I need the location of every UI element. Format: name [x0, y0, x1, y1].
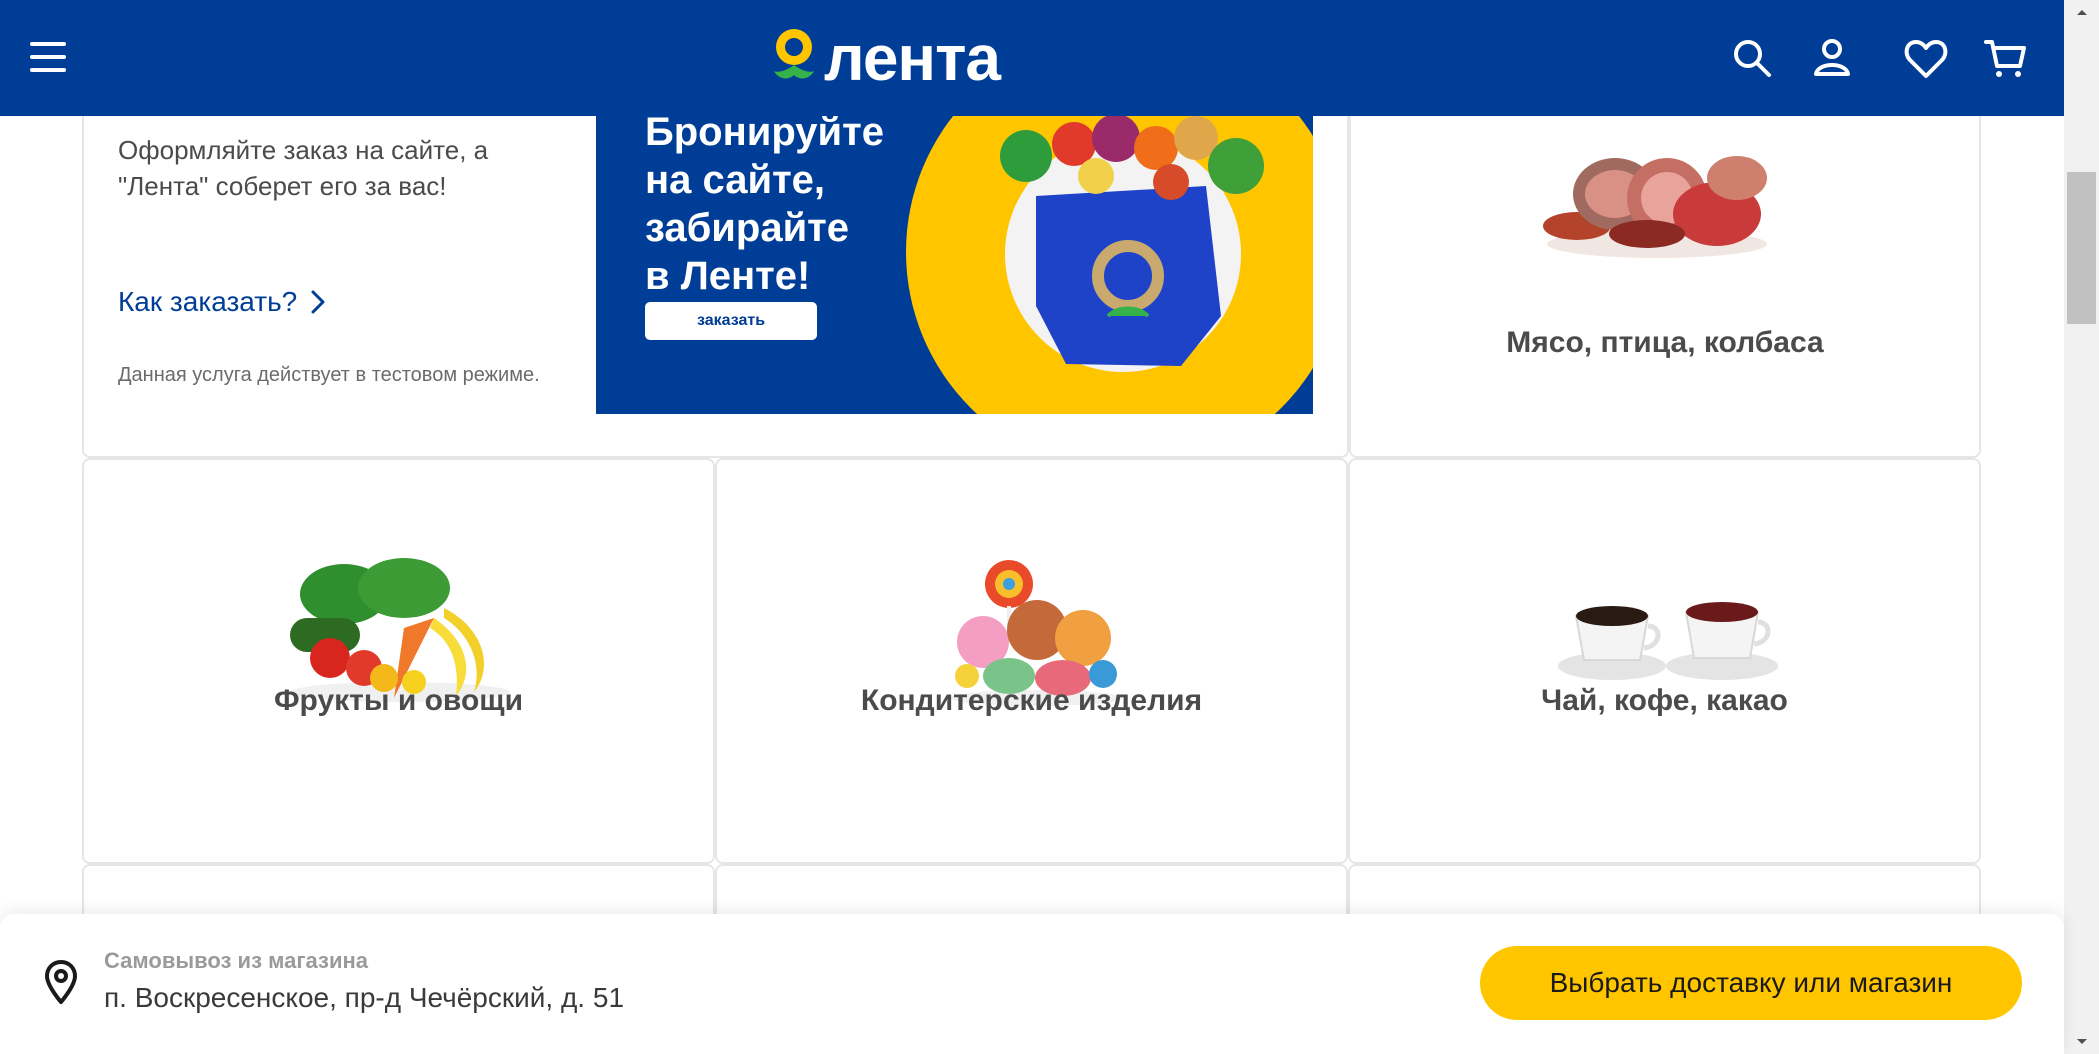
- location-pin-icon: [45, 960, 77, 1004]
- tea-coffee-image: [1558, 602, 1778, 680]
- scroll-down-arrow-icon[interactable]: [2064, 1030, 2099, 1054]
- promo-text: Оформляйте заказ на сайте, а "Лента" соб…: [118, 135, 489, 201]
- fruits-vegetables-image: [290, 558, 510, 702]
- category-tile-tea-coffee[interactable]: Чай, кофе, какао: [1348, 458, 1981, 864]
- category-title-meat: Мясо, птица, колбаса: [1506, 326, 1824, 359]
- banner-line-1: Бронируйте: [645, 116, 884, 154]
- banner-headline: Бронируйте на сайте, забирайте в Ленте!: [645, 116, 945, 300]
- category-tile-meat[interactable]: Мясо, птица, колбаса: [1349, 80, 1981, 458]
- pickup-label: Самовывоз из магазина: [104, 948, 368, 973]
- search-icon[interactable]: [1728, 34, 1776, 82]
- choose-delivery-button[interactable]: Выбрать доставку или магазин: [1480, 946, 2022, 1020]
- pickup-address[interactable]: п. Воскресенское, пр-д Чечёрский, д. 51: [104, 982, 624, 1014]
- promo-note: Данная услуга действует в тестовом режим…: [118, 364, 540, 386]
- category-tile-confectionery[interactable]: Кондитерские изделия: [715, 458, 1348, 864]
- delivery-bar: Самовывоз из магазина п. Воскресенское, …: [0, 914, 2064, 1054]
- logo-text: лента: [824, 22, 1001, 94]
- heart-icon[interactable]: [1902, 34, 1950, 82]
- site-header: лента: [0, 0, 2064, 116]
- user-icon[interactable]: [1808, 34, 1856, 82]
- banner-order-button[interactable]: заказать: [645, 302, 817, 340]
- category-title-confectionery: Кондитерские изделия: [860, 684, 1203, 717]
- banner-line-2: на сайте,: [645, 158, 826, 202]
- banner-line-3: забирайте: [645, 206, 850, 250]
- sunflower-logo-icon: [774, 29, 814, 79]
- scrollbar[interactable]: [2064, 0, 2099, 1054]
- chevron-right-icon: [311, 290, 325, 314]
- meat-image: [1543, 156, 1767, 258]
- how-to-order-link[interactable]: Как заказать?: [118, 286, 325, 318]
- logo[interactable]: лента: [770, 20, 1001, 96]
- category-tile-fruits[interactable]: Фрукты и овощи: [82, 458, 715, 864]
- menu-icon[interactable]: [30, 40, 66, 74]
- how-to-order-label: Как заказать?: [118, 286, 298, 317]
- promo-banner[interactable]: Бронируйте на сайте, забирайте в Ленте! …: [596, 116, 1313, 414]
- category-title-fruits: Фрукты и овощи: [273, 684, 524, 717]
- cart-icon[interactable]: [1982, 34, 2030, 82]
- scroll-thumb[interactable]: [2067, 172, 2096, 324]
- banner-line-4: в Ленте!: [645, 254, 811, 298]
- category-title-tea-coffee: Чай, кофе, какао: [1541, 684, 1788, 717]
- scroll-up-arrow-icon[interactable]: [2064, 0, 2099, 24]
